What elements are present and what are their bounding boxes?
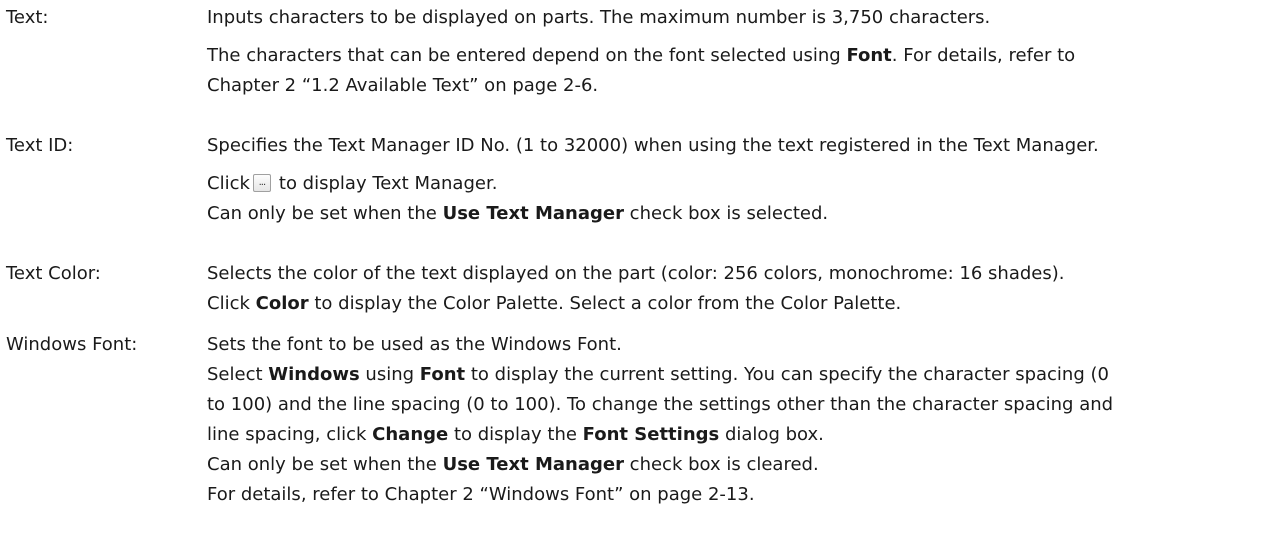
font-keyword: Font [419, 364, 466, 385]
desc-windows-font-line-1: Sets the font to be used as the Windows … [207, 334, 622, 355]
desc-text-id-line-3: Can only be set when the Use Text Manage… [207, 203, 829, 224]
font-keyword: Font [846, 45, 892, 66]
term-text-id: Text ID: [6, 135, 74, 156]
windows-keyword: Windows [268, 364, 360, 385]
desc-text-id-line-1: Specifies the Text Manager ID No. (1 to … [207, 135, 1099, 156]
desc-windows-font: Sets the font to be used as the Windows … [207, 330, 1253, 510]
desc-text-line-3: Chapter 2 “1.2 Available Text” on page 2… [207, 75, 599, 96]
ellipsis-button-icon[interactable]: ... [252, 174, 271, 192]
desc-windows-font-line-4: line spacing, click Change to display th… [207, 424, 824, 445]
desc-text-color-line-2: Click Color to display the Color Palette… [207, 293, 902, 314]
desc-text-id-line-2: Click... to display Text Manager. [207, 173, 498, 194]
font-settings-keyword: Font Settings [582, 424, 720, 445]
desc-text-line-1: Inputs characters to be displayed on par… [207, 7, 991, 28]
desc-windows-font-line-2: Select Windows using Font to display the… [207, 364, 1109, 385]
term-windows-font: Windows Font: [6, 334, 138, 355]
change-keyword: Change [372, 424, 449, 445]
use-text-manager-keyword: Use Text Manager [442, 203, 624, 224]
desc-text-color-line-1: Selects the color of the text displayed … [207, 263, 1065, 284]
color-keyword: Color [255, 293, 309, 314]
desc-text-id: Specifies the Text Manager ID No. (1 to … [207, 131, 1253, 229]
desc-text-color: Selects the color of the text displayed … [207, 259, 1253, 319]
term-text: Text: [6, 7, 49, 28]
desc-windows-font-line-6: For details, refer to Chapter 2 “Windows… [207, 484, 755, 505]
use-text-manager-keyword: Use Text Manager [442, 454, 624, 475]
desc-windows-font-line-5: Can only be set when the Use Text Manage… [207, 454, 819, 475]
desc-text-line-2: The characters that can be entered depen… [207, 45, 1076, 66]
desc-text: Inputs characters to be displayed on par… [207, 3, 1253, 101]
term-text-color: Text Color: [6, 263, 101, 284]
desc-windows-font-line-3: to 100) and the line spacing (0 to 100).… [207, 394, 1114, 415]
